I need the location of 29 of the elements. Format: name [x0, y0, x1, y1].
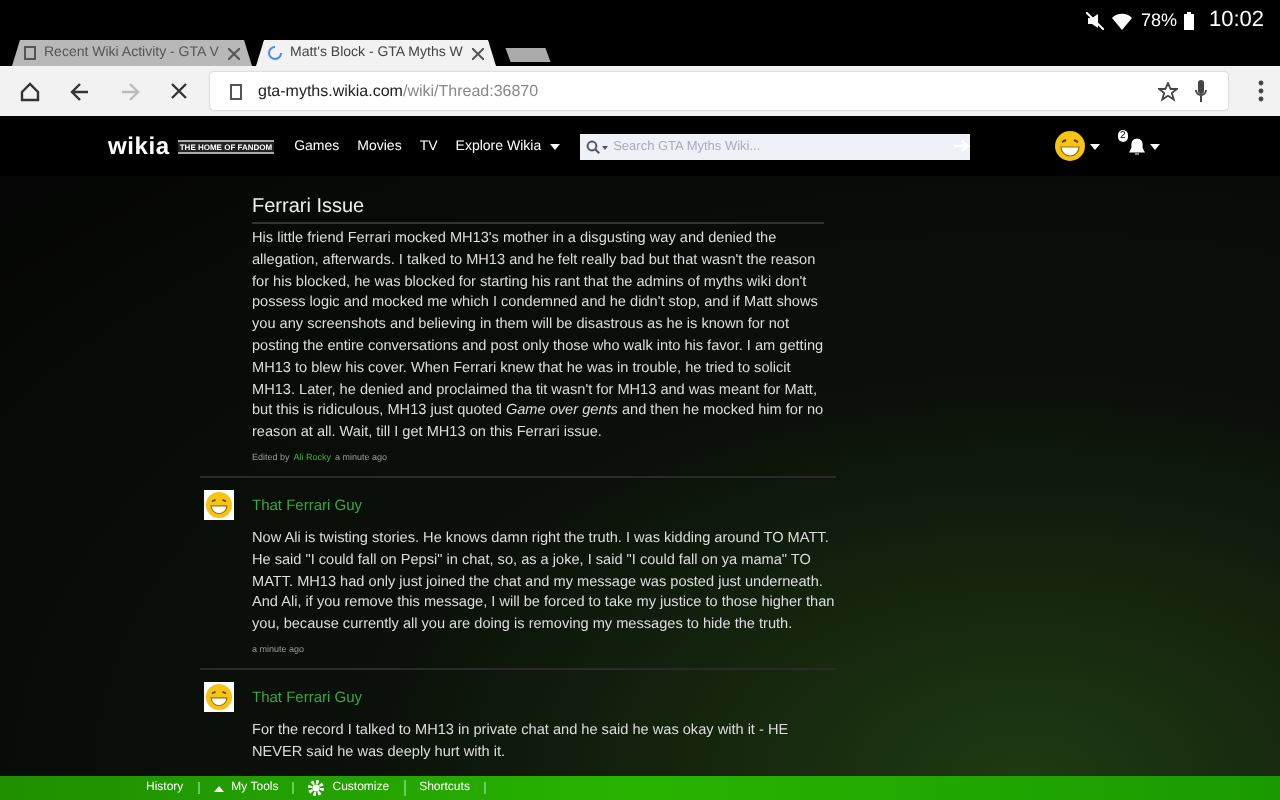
wikia-logo[interactable]: wikia	[108, 132, 170, 160]
clock: 10:02	[1208, 8, 1264, 32]
thread-title: Ferrari Issue	[252, 176, 824, 224]
star-icon[interactable]	[1158, 81, 1178, 101]
page-icon	[230, 83, 242, 99]
home-icon[interactable]	[20, 81, 40, 101]
menu-icon[interactable]	[1258, 80, 1264, 102]
close-icon[interactable]	[170, 82, 188, 100]
battery-icon	[1184, 11, 1195, 29]
wifi-icon	[1112, 11, 1133, 29]
avatar-icon	[204, 489, 234, 520]
caret-icon[interactable]	[1090, 143, 1100, 149]
bell-icon[interactable]	[1128, 136, 1146, 156]
caret-icon[interactable]	[1150, 143, 1160, 149]
battery-percent: 78%	[1140, 10, 1177, 30]
loading-spinner-icon	[268, 46, 282, 60]
caret-icon	[549, 143, 560, 149]
back-icon[interactable]	[70, 81, 90, 101]
new-tab-button[interactable]	[505, 48, 551, 62]
address-field[interactable]: gta-myths.wikia.com/wiki/Thread:36870	[210, 72, 1228, 110]
close-icon[interactable]	[472, 47, 484, 59]
microphone-icon[interactable]	[1194, 80, 1208, 102]
page-icon	[24, 46, 36, 60]
caret-up-icon	[213, 785, 224, 791]
search-icon	[585, 139, 608, 153]
avatar-icon	[204, 681, 234, 712]
gear-icon	[308, 780, 325, 796]
avatar-icon[interactable]	[1054, 130, 1086, 162]
mute-icon	[1086, 11, 1105, 29]
